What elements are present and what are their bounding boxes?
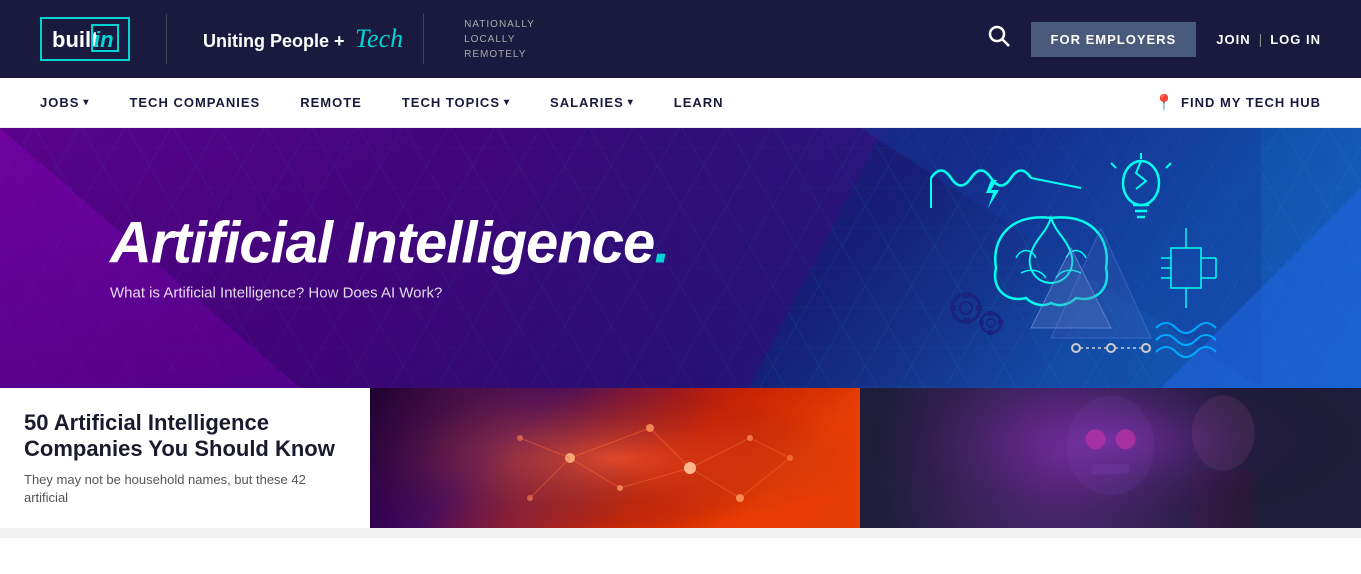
connection-dots [1072, 344, 1150, 352]
hero-dot: . [654, 211, 669, 276]
search-icon [987, 24, 1011, 48]
network-svg [370, 388, 860, 528]
logo-svg: built in [50, 23, 120, 55]
hero-subtitle: What is Artificial Intelligence? How Doe… [110, 285, 669, 302]
auth-links: JOIN | LOG IN [1216, 31, 1321, 47]
ai-illustration-svg [901, 148, 1241, 368]
logo-divider [166, 14, 167, 64]
article-title: 50 Artificial Intelligence Companies You… [24, 410, 346, 463]
location-icon: 📍 [1154, 93, 1175, 113]
auth-separator: | [1259, 31, 1263, 47]
jobs-chevron-icon: ▾ [83, 97, 89, 108]
join-link[interactable]: JOIN [1216, 32, 1250, 47]
tagline: Uniting People + Tech [203, 24, 403, 54]
tech-topics-chevron-icon: ▾ [504, 97, 510, 108]
tagline-area: Uniting People + Tech NATIONALLYLOCALLYR… [203, 14, 535, 64]
tagline-divider [423, 14, 424, 64]
gear-small-icon [979, 311, 1003, 335]
article-card-right[interactable] [860, 388, 1361, 528]
tagline-tech: Tech [355, 24, 403, 53]
article-card-left[interactable]: 50 Artificial Intelligence Companies You… [0, 388, 860, 528]
lightbulb-icon [1111, 153, 1171, 217]
hero-banner: Artificial Intelligence. What is Artific… [0, 128, 1361, 388]
secondary-navigation: JOBS ▾ TECH COMPANIES REMOTE TECH TOPICS… [0, 78, 1361, 128]
nav-remote[interactable]: REMOTE [300, 95, 362, 110]
nav-jobs[interactable]: JOBS ▾ [40, 95, 89, 110]
hero-content: Artificial Intelligence. What is Artific… [110, 215, 669, 302]
top-navigation: built in Uniting People + Tech NATIONALL… [0, 0, 1361, 78]
robot-placeholder-svg [860, 388, 1361, 528]
circuit-lines [1161, 228, 1216, 308]
logo-area: built in Uniting People + Tech NATIONALL… [40, 14, 535, 64]
articles-section: 50 Artificial Intelligence Companies You… [0, 388, 1361, 538]
salaries-chevron-icon: ▾ [628, 97, 634, 108]
tagline-prefix: Uniting People + [203, 31, 345, 51]
nav-tech-companies[interactable]: TECH COMPANIES [129, 95, 260, 110]
article-text-box: 50 Artificial Intelligence Companies You… [0, 388, 370, 528]
find-tech-hub[interactable]: 📍 FIND MY TECH HUB [1154, 93, 1321, 113]
search-button[interactable] [987, 24, 1011, 54]
coil-icon [931, 171, 1081, 209]
nav-salaries[interactable]: SALARIES ▾ [550, 95, 634, 110]
hero-illustration [901, 148, 1241, 368]
article-image [370, 388, 860, 528]
top-nav-right: FOR EMPLOYERS JOIN | LOG IN [987, 22, 1321, 57]
logo[interactable]: built in [40, 17, 130, 61]
article-description: They may not be household names, but the… [24, 471, 346, 507]
gear-icon [950, 292, 982, 324]
for-employers-button[interactable]: FOR EMPLOYERS [1031, 22, 1197, 57]
nationally-text: NATIONALLYLOCALLYREMOTELY [464, 17, 535, 62]
nav-learn[interactable]: LEARN [674, 95, 724, 110]
wave-lines [1156, 323, 1216, 357]
login-link[interactable]: LOG IN [1270, 32, 1321, 47]
hero-title: Artificial Intelligence. [110, 215, 669, 273]
svg-text:in: in [94, 27, 114, 52]
nav-tech-topics[interactable]: TECH TOPICS ▾ [402, 95, 510, 110]
